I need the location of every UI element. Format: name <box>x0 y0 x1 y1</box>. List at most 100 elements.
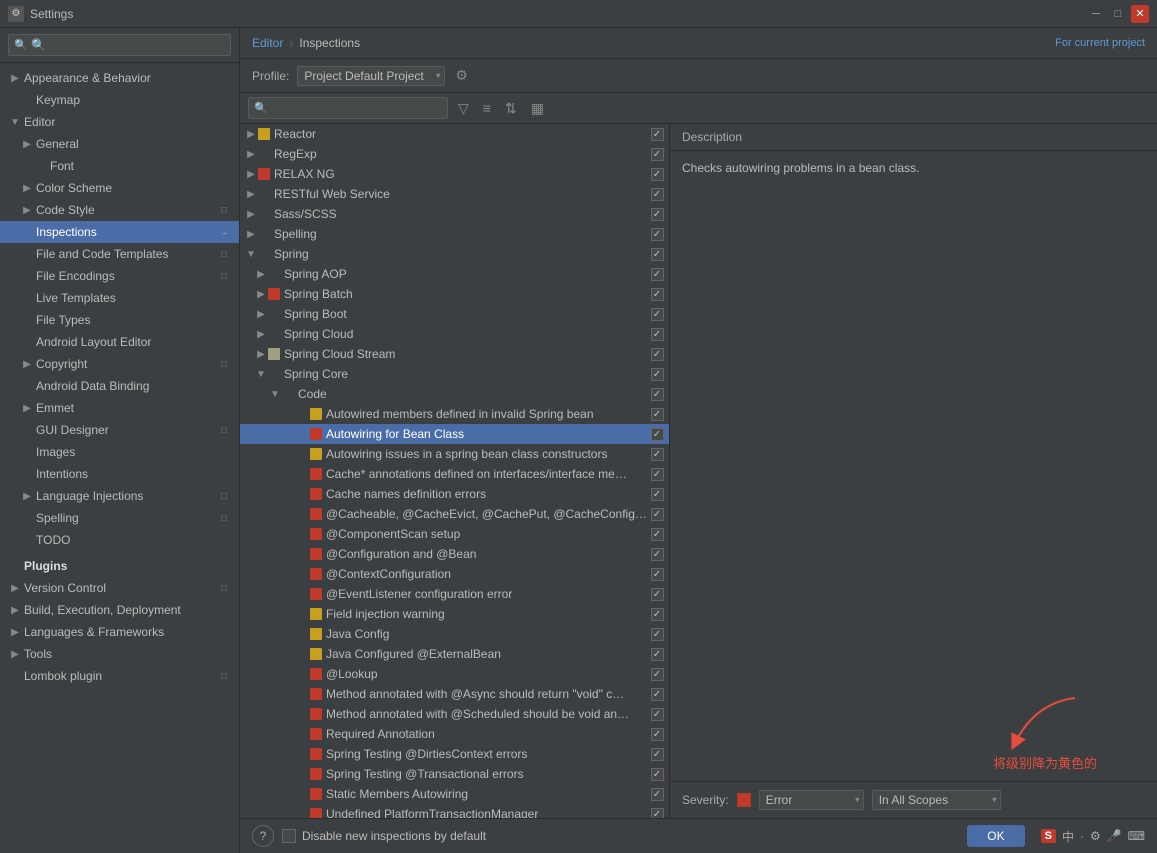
sidebar-item-appearance[interactable]: ▶ Appearance & Behavior <box>0 67 239 89</box>
inspection-checkbox[interactable] <box>651 708 664 721</box>
inspection-item-code[interactable]: ▼ Code <box>240 384 669 404</box>
filter-button[interactable]: ▽ <box>454 98 473 119</box>
inspection-checkbox[interactable] <box>651 188 664 201</box>
inspection-item-componentscan[interactable]: @ComponentScan setup <box>240 524 669 544</box>
restore-button[interactable]: □ <box>1109 5 1127 23</box>
inspection-checkbox[interactable] <box>651 788 664 801</box>
inspection-checkbox[interactable] <box>651 428 664 441</box>
close-button[interactable]: ✕ <box>1131 5 1149 23</box>
inspection-item-autowiring-issues[interactable]: Autowiring issues in a spring bean class… <box>240 444 669 464</box>
sidebar-item-file-code-templates[interactable]: File and Code Templates ⊡ <box>0 243 239 265</box>
inspection-item-cacheable[interactable]: @Cacheable, @CacheEvict, @CachePut, @Cac… <box>240 504 669 524</box>
sidebar-item-editor[interactable]: ▼ Editor <box>0 111 239 133</box>
inspection-item-regexp[interactable]: ▶ RegExp <box>240 144 669 164</box>
inspection-item-reactor[interactable]: ▶ Reactor <box>240 124 669 144</box>
inspection-checkbox[interactable] <box>651 448 664 461</box>
sidebar-item-plugins[interactable]: Plugins <box>0 555 239 577</box>
sidebar-item-android-layout-editor[interactable]: Android Layout Editor <box>0 331 239 353</box>
inspection-checkbox[interactable] <box>651 388 664 401</box>
sidebar-item-languages-frameworks[interactable]: ▶ Languages & Frameworks <box>0 621 239 643</box>
group-button[interactable]: ▦ <box>527 98 548 119</box>
inspection-item-undefined-platform[interactable]: Undefined PlatformTransactionManager <box>240 804 669 818</box>
sidebar-item-color-scheme[interactable]: ▶ Color Scheme <box>0 177 239 199</box>
sidebar-item-build-execution[interactable]: ▶ Build, Execution, Deployment <box>0 599 239 621</box>
sidebar-search-input[interactable] <box>8 34 231 56</box>
scope-select[interactable]: In All Scopes In Tests In Production Cod… <box>872 790 1001 810</box>
sidebar-item-intentions[interactable]: Intentions <box>0 463 239 485</box>
sidebar-item-general[interactable]: ▶ General <box>0 133 239 155</box>
inspection-item-field-injection[interactable]: Field injection warning <box>240 604 669 624</box>
expand-all-button[interactable]: ≡ <box>479 98 495 118</box>
inspection-checkbox[interactable] <box>651 128 664 141</box>
inspection-checkbox[interactable] <box>651 768 664 781</box>
sidebar-item-gui-designer[interactable]: GUI Designer ⊡ <box>0 419 239 441</box>
inspection-item-event-listener[interactable]: @EventListener configuration error <box>240 584 669 604</box>
for-current-project-link[interactable]: For current project <box>1055 37 1145 49</box>
inspection-item-static-members[interactable]: Static Members Autowiring <box>240 784 669 804</box>
inspection-item-spring-aop[interactable]: ▶ Spring AOP <box>240 264 669 284</box>
sidebar-item-font[interactable]: Font <box>0 155 239 177</box>
inspection-item-method-async[interactable]: Method annotated with @Async should retu… <box>240 684 669 704</box>
inspection-checkbox[interactable] <box>651 648 664 661</box>
inspection-item-spring-boot[interactable]: ▶ Spring Boot <box>240 304 669 324</box>
disable-inspections-checkbox-label[interactable]: Disable new inspections by default <box>282 829 486 843</box>
profile-gear-button[interactable]: ⚙ <box>453 65 470 86</box>
inspection-checkbox[interactable] <box>651 728 664 741</box>
inspection-checkbox[interactable] <box>651 488 664 501</box>
inspections-search-input[interactable] <box>248 97 448 119</box>
inspection-item-context-configuration[interactable]: @ContextConfiguration <box>240 564 669 584</box>
inspection-item-spring[interactable]: ▼ Spring <box>240 244 669 264</box>
inspection-checkbox[interactable] <box>651 288 664 301</box>
inspection-item-spring-testing-dirties[interactable]: Spring Testing @DirtiesContext errors <box>240 744 669 764</box>
inspection-item-method-scheduled[interactable]: Method annotated with @Scheduled should … <box>240 704 669 724</box>
sidebar-item-language-injections[interactable]: ▶ Language Injections ⊡ <box>0 485 239 507</box>
severity-select[interactable]: Error Warning Weak Warning Information <box>759 790 864 810</box>
inspection-checkbox[interactable] <box>651 608 664 621</box>
minimize-button[interactable]: ─ <box>1087 5 1105 23</box>
inspection-item-java-configured-externalbean[interactable]: Java Configured @ExternalBean <box>240 644 669 664</box>
sidebar-item-keymap[interactable]: Keymap <box>0 89 239 111</box>
inspection-item-restful[interactable]: ▶ RESTful Web Service <box>240 184 669 204</box>
inspection-checkbox[interactable] <box>651 508 664 521</box>
inspection-checkbox[interactable] <box>651 208 664 221</box>
inspection-checkbox[interactable] <box>651 308 664 321</box>
inspection-checkbox[interactable] <box>651 168 664 181</box>
inspection-item-configuration-bean[interactable]: @Configuration and @Bean <box>240 544 669 564</box>
inspection-checkbox[interactable] <box>651 628 664 641</box>
inspection-item-lookup[interactable]: @Lookup <box>240 664 669 684</box>
sidebar-item-live-templates[interactable]: Live Templates <box>0 287 239 309</box>
inspection-item-autowiring-bean-class[interactable]: Autowiring for Bean Class <box>240 424 669 444</box>
profile-select[interactable]: Project Default Project <box>297 66 445 86</box>
disable-inspections-checkbox[interactable] <box>282 829 296 843</box>
inspection-checkbox[interactable] <box>651 408 664 421</box>
inspection-item-spelling[interactable]: ▶ Spelling <box>240 224 669 244</box>
sidebar-item-tools[interactable]: ▶ Tools <box>0 643 239 665</box>
sidebar-item-copyright[interactable]: ▶ Copyright ⊡ <box>0 353 239 375</box>
inspection-checkbox[interactable] <box>651 348 664 361</box>
inspection-checkbox[interactable] <box>651 808 664 819</box>
inspection-checkbox[interactable] <box>651 268 664 281</box>
inspection-item-cache-names[interactable]: Cache names definition errors <box>240 484 669 504</box>
inspection-checkbox[interactable] <box>651 748 664 761</box>
inspection-item-spring-testing-transactional[interactable]: Spring Testing @Transactional errors <box>240 764 669 784</box>
inspection-checkbox[interactable] <box>651 468 664 481</box>
sidebar-item-code-style[interactable]: ▶ Code Style ⊡ <box>0 199 239 221</box>
ok-button[interactable]: OK <box>967 825 1024 847</box>
sidebar-item-images[interactable]: Images <box>0 441 239 463</box>
inspection-item-relax-ng[interactable]: ▶ RELAX NG <box>240 164 669 184</box>
inspection-item-java-config[interactable]: Java Config <box>240 624 669 644</box>
inspection-item-spring-batch[interactable]: ▶ Spring Batch <box>240 284 669 304</box>
inspection-checkbox[interactable] <box>651 148 664 161</box>
inspection-item-cache-annotations[interactable]: Cache* annotations defined on interfaces… <box>240 464 669 484</box>
sidebar-item-todo[interactable]: TODO <box>0 529 239 551</box>
inspection-checkbox[interactable] <box>651 228 664 241</box>
inspection-checkbox[interactable] <box>651 248 664 261</box>
inspection-checkbox[interactable] <box>651 588 664 601</box>
inspection-item-spring-cloud[interactable]: ▶ Spring Cloud <box>240 324 669 344</box>
inspection-checkbox[interactable] <box>651 368 664 381</box>
inspection-checkbox[interactable] <box>651 548 664 561</box>
sidebar-item-lombok-plugin[interactable]: Lombok plugin ⊡ <box>0 665 239 687</box>
sidebar-item-file-types[interactable]: File Types <box>0 309 239 331</box>
inspection-checkbox[interactable] <box>651 668 664 681</box>
sidebar-item-file-encodings[interactable]: File Encodings ⊡ <box>0 265 239 287</box>
